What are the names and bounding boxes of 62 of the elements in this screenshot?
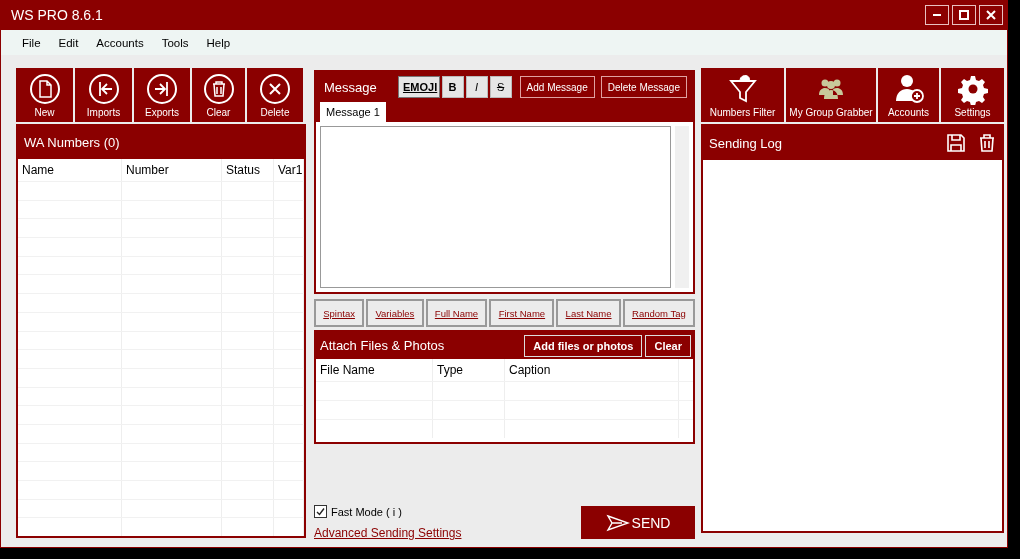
toolbar-button[interactable]: Exports: [134, 68, 190, 122]
send-icon: [605, 513, 630, 532]
message-field[interactable]: [320, 126, 671, 288]
column-header: Name: [18, 159, 122, 181]
menu-item[interactable]: Tools: [152, 36, 198, 49]
close-icon: [986, 10, 996, 20]
window-title: WS PRO 8.6.1: [11, 7, 104, 23]
file-icon: [28, 72, 61, 105]
attach-button[interactable]: Add files or photos: [524, 334, 643, 357]
variable-button[interactable]: First Name: [489, 299, 555, 327]
panel-title: Message: [324, 79, 378, 95]
minimize-button[interactable]: [925, 5, 949, 25]
menu-item[interactable]: File: [13, 36, 50, 49]
toolbar-button[interactable]: Delete: [247, 68, 303, 122]
settings-link[interactable]: Advanced Sending Settings: [314, 526, 462, 540]
format-button[interactable]: S: [489, 76, 512, 98]
column-header: Type: [433, 359, 505, 381]
menu-item[interactable]: Edit: [49, 36, 88, 49]
export-icon: [146, 72, 178, 105]
menu-item[interactable]: Help: [197, 36, 240, 49]
trash-icon: [978, 133, 996, 153]
variable-button[interactable]: Last Name: [556, 299, 621, 327]
trash-icon: [202, 72, 235, 105]
maximize-button[interactable]: [952, 5, 976, 25]
toolbar-button[interactable]: Accounts: [878, 68, 939, 122]
toolbar-button[interactable]: Clear: [192, 68, 245, 122]
variable-button[interactable]: Variables: [366, 299, 424, 327]
close-button[interactable]: [979, 5, 1003, 25]
menu-item[interactable]: Accounts: [87, 36, 153, 49]
minimize-icon: [933, 14, 941, 16]
toolbar-button[interactable]: New: [16, 68, 73, 122]
variable-button[interactable]: Full Name: [425, 299, 488, 327]
checkbox[interactable]: [314, 505, 327, 518]
panel-title: WA Numbers (0): [24, 135, 121, 151]
toolbar-button[interactable]: Numbers Filter: [701, 68, 784, 122]
format-button[interactable]: I: [465, 76, 488, 98]
variable-button[interactable]: Spintax: [314, 299, 365, 327]
import-icon: [87, 72, 120, 105]
toolbar-button[interactable]: Settings: [941, 68, 1004, 122]
column-header: Status: [222, 159, 274, 181]
column-header: Number: [122, 159, 222, 181]
send-button[interactable]: SEND: [581, 506, 695, 539]
save-icon: [946, 133, 966, 153]
action-button[interactable]: Add Message: [519, 76, 595, 98]
maximize-icon: [959, 10, 969, 20]
message-tab[interactable]: Message 1: [320, 102, 386, 122]
toolbar-button[interactable]: My Group Grabber: [786, 68, 876, 122]
checkbox-label: Fast Mode ( i ): [331, 505, 402, 518]
funnel-icon: [726, 72, 759, 105]
close-icon: [259, 72, 291, 105]
toolbar-button[interactable]: Imports: [75, 68, 132, 122]
format-button[interactable]: EMOJI: [398, 76, 440, 98]
column-header: File Name: [316, 359, 433, 381]
format-button[interactable]: B: [441, 76, 464, 98]
check-icon: [316, 507, 325, 516]
variable-button[interactable]: Random Tag: [622, 299, 695, 327]
panel-title: Sending Log: [709, 135, 783, 151]
attach-button[interactable]: Clear: [645, 334, 691, 357]
column-header: Var1: [274, 159, 304, 181]
action-button[interactable]: Delete Message: [600, 76, 687, 98]
column-header: Caption: [505, 359, 679, 381]
panel-title: Attach Files & Photos: [320, 338, 446, 353]
